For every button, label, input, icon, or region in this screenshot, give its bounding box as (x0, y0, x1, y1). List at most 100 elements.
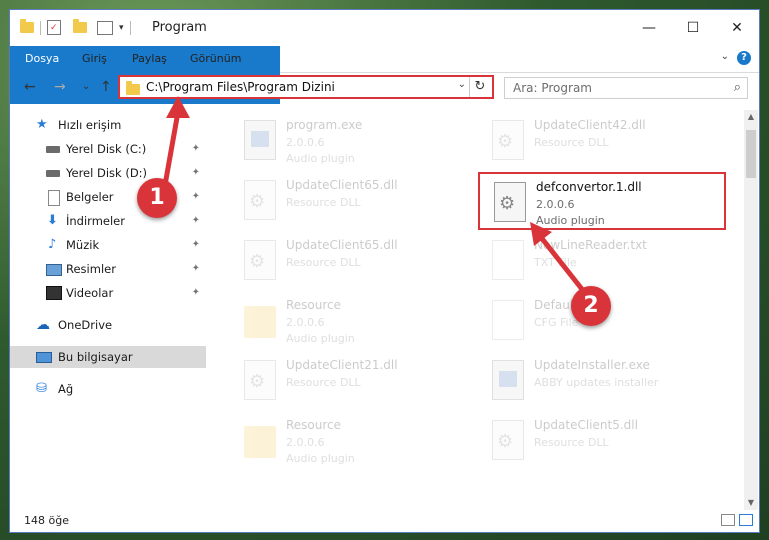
scroll-up-icon[interactable]: ▲ (744, 110, 758, 124)
window-controls: — ☐ ✕ (627, 10, 759, 46)
back-button[interactable]: ← (24, 79, 36, 95)
dll-file-icon (244, 240, 276, 280)
forward-button[interactable]: → (54, 79, 66, 95)
file-item[interactable]: UpdateInstaller.exe ABBY updates install… (478, 352, 718, 410)
search-input[interactable]: Ara: Program ⌕ (504, 77, 748, 99)
sidebar-item-downloads[interactable]: ⬇ İndirmeler ✦ (10, 210, 206, 232)
tab-share[interactable]: Paylaş (122, 46, 177, 72)
file-item[interactable]: UpdateClient65.dll Resource DLL (230, 172, 470, 230)
file-item[interactable]: UpdateClient42.dll Resource DLL (478, 112, 718, 170)
file-description: Audio plugin (286, 152, 355, 165)
divider (129, 20, 131, 35)
sidebar-item-quick-access[interactable]: ★ Hızlı erişim (10, 114, 206, 136)
recent-locations-button[interactable]: ⌄ (82, 81, 90, 92)
music-icon: ♪ (48, 237, 57, 252)
quick-access-toolbar: ✓ ▾ (20, 19, 131, 35)
file-version: 2.0.0.6 (286, 316, 325, 329)
search-icon[interactable]: ⌕ (734, 80, 741, 95)
computer-icon (36, 352, 52, 363)
pin-icon[interactable]: ✦ (192, 282, 200, 304)
customize-toolbar-icon[interactable] (97, 20, 113, 35)
tab-view[interactable]: Görünüm (180, 46, 251, 72)
star-icon: ★ (36, 117, 48, 132)
file-item-selected[interactable]: defconvertor.1.dll 2.0.0.6 Audio plugin (478, 172, 726, 230)
file-name: UpdateClient42.dll (534, 118, 646, 132)
sidebar-item-network[interactable]: ⛁ Ağ (10, 378, 206, 400)
search-placeholder: Ara: Program (513, 81, 592, 95)
file-item[interactable]: program.exe 2.0.0.6 Audio plugin (230, 112, 470, 170)
sidebar-item-onedrive[interactable]: ☁ OneDrive (10, 314, 206, 336)
drive-icon (46, 146, 60, 153)
sidebar-item-music[interactable]: ♪ Müzik ✦ (10, 234, 206, 256)
properties-icon[interactable]: ✓ (47, 20, 61, 35)
file-version: 2.0.0.6 (286, 136, 325, 149)
pin-icon[interactable]: ✦ (192, 210, 200, 232)
scroll-down-icon[interactable]: ▼ (744, 496, 758, 510)
address-dropdown-icon[interactable]: ⌄ (458, 79, 466, 90)
scroll-thumb[interactable] (746, 130, 756, 178)
sidebar-item-disk-d[interactable]: Yerel Disk (D:) ✦ (10, 162, 206, 184)
file-description: Resource DLL (286, 256, 361, 269)
address-path[interactable]: C:\Program Files\Program Dizini (146, 80, 335, 94)
explorer-window: ✓ ▾ Program — ☐ ✕ Dosya Giriş Paylaş Gör… (10, 10, 759, 532)
file-list: program.exe 2.0.0.6 Audio plugin UpdateC… (220, 110, 740, 500)
file-item[interactable]: UpdateClient65.dll Resource DLL (230, 232, 470, 290)
details-view-icon[interactable] (721, 514, 735, 526)
minimize-button[interactable]: — (627, 10, 671, 46)
pin-icon[interactable]: ✦ (192, 258, 200, 280)
sidebar-item-disk-c[interactable]: Yerel Disk (C:) ✦ (10, 138, 206, 160)
file-description: Resource DLL (286, 376, 361, 389)
pin-icon[interactable]: ✦ (192, 186, 200, 208)
refresh-button[interactable]: ↻ (469, 77, 490, 97)
dll-file-icon (492, 420, 524, 460)
sidebar-item-this-pc[interactable]: Bu bilgisayar (10, 346, 206, 368)
file-name: defconvertor.1.dll (536, 180, 642, 194)
file-description: Audio plugin (286, 452, 355, 465)
dll-file-icon (244, 360, 276, 400)
chevron-down-icon[interactable]: ▾ (119, 23, 124, 33)
status-bar: 148 öğe (10, 510, 759, 532)
cloud-icon: ☁ (36, 317, 50, 333)
text-file-icon (492, 240, 524, 280)
pin-icon[interactable]: ✦ (192, 234, 200, 256)
up-button[interactable]: ↑ (100, 79, 112, 95)
sidebar-item-label: Ağ (58, 382, 74, 396)
close-button[interactable]: ✕ (715, 10, 759, 46)
pin-icon[interactable]: ✦ (192, 138, 200, 160)
file-name: program.exe (286, 118, 363, 132)
file-description: CFG File (534, 316, 579, 329)
tab-home[interactable]: Giriş (72, 46, 117, 72)
collapse-ribbon-icon[interactable]: ⌄ (721, 51, 729, 62)
large-icons-view-icon[interactable] (739, 514, 753, 526)
drive-icon (46, 170, 60, 177)
file-description: Resource DLL (534, 136, 609, 149)
navigation-bar: ← → ⌄ ↑ C:\Program Files\Program Dizini … (10, 73, 759, 105)
item-count: 148 öğe (24, 514, 69, 527)
pin-icon[interactable]: ✦ (192, 162, 200, 184)
sidebar-item-label: OneDrive (58, 318, 113, 332)
sidebar-item-videos[interactable]: Videolar ✦ (10, 282, 206, 304)
dll-file-icon (244, 180, 276, 220)
file-description: Resource DLL (286, 196, 361, 209)
file-item[interactable]: Resource 2.0.0.6 Audio plugin (230, 412, 470, 470)
file-item[interactable]: UpdateClient21.dll Resource DLL (230, 352, 470, 410)
navigation-pane: ★ Hızlı erişim Yerel Disk (C:) ✦ Yerel D… (10, 110, 206, 500)
file-item[interactable]: UpdateClient5.dll Resource DLL (478, 412, 718, 470)
address-bar[interactable]: C:\Program Files\Program Dizini ⌄ ↻ (118, 75, 494, 99)
vertical-scrollbar[interactable]: ▲ ▼ (744, 110, 758, 510)
file-name: UpdateClient65.dll (286, 238, 398, 252)
sidebar-item-label: Müzik (66, 238, 100, 252)
file-name: UpdateClient21.dll (286, 358, 398, 372)
sidebar-item-pictures[interactable]: Resimler ✦ (10, 258, 206, 280)
file-item[interactable]: NewLineReader.txt TXT File (478, 232, 718, 290)
video-icon (46, 286, 62, 300)
file-item[interactable]: Resource 2.0.0.6 Audio plugin (230, 292, 470, 350)
new-folder-icon[interactable] (73, 19, 87, 33)
file-name: NewLineReader.txt (534, 238, 647, 252)
sidebar-item-label: Belgeler (66, 190, 114, 204)
step-2-badge: 2 (571, 286, 611, 326)
help-icon[interactable]: ? (737, 51, 751, 65)
divider (40, 20, 41, 35)
maximize-button[interactable]: ☐ (671, 10, 715, 46)
dll-file-icon (494, 182, 526, 222)
